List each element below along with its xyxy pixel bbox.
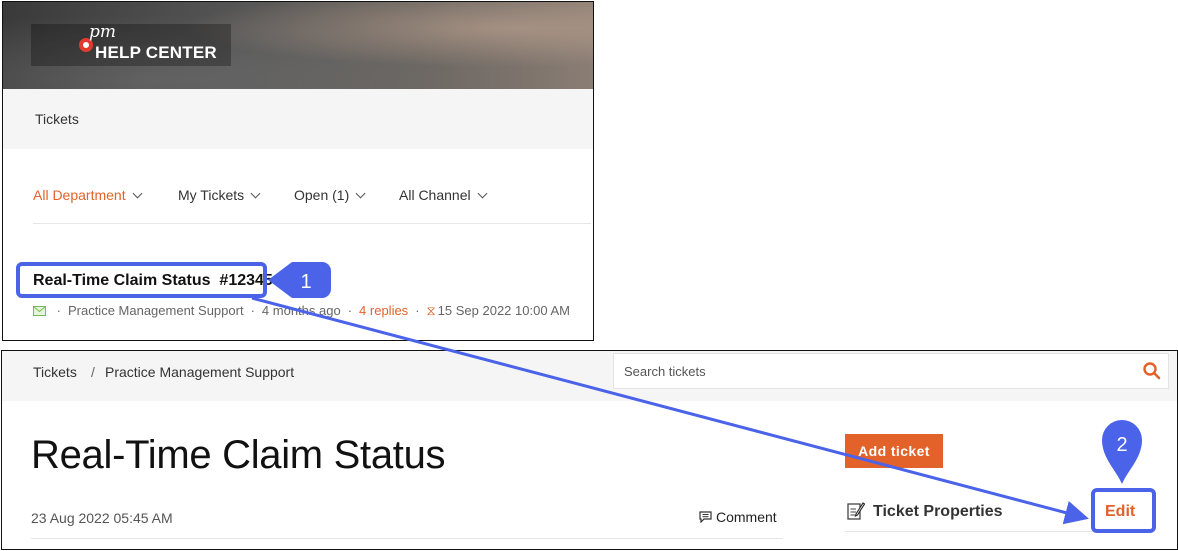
email-channel-icon bbox=[33, 306, 46, 316]
channel-filter-label: All Channel bbox=[399, 187, 471, 203]
search-box bbox=[613, 353, 1169, 389]
chevron-down-icon bbox=[355, 188, 366, 199]
meta-separator: · bbox=[415, 303, 420, 318]
ticket-due-date: 15 Sep 2022 10:00 AM bbox=[437, 303, 570, 318]
meta-separator: · bbox=[347, 303, 353, 318]
highlight-edit-link bbox=[1091, 488, 1156, 533]
chevron-down-icon bbox=[477, 188, 488, 199]
chevron-down-icon bbox=[250, 188, 261, 199]
nav-tickets-link[interactable]: Tickets bbox=[35, 111, 79, 127]
ticket-age: 4 months ago bbox=[261, 303, 341, 318]
divider bbox=[33, 223, 591, 224]
highlight-ticket-title bbox=[16, 262, 267, 298]
meta-separator: · bbox=[250, 303, 255, 318]
comment-label: Comment bbox=[716, 509, 777, 525]
edit-document-icon bbox=[847, 502, 865, 520]
meta-separator: · bbox=[56, 303, 61, 318]
add-ticket-button[interactable]: Add ticket bbox=[845, 434, 943, 468]
department-filter-label: All Department bbox=[33, 187, 126, 203]
status-filter-label: Open (1) bbox=[294, 187, 350, 203]
logo-text: HELP CENTER bbox=[95, 43, 217, 62]
comment-button[interactable]: Comment bbox=[699, 509, 777, 525]
ticket-replies-link[interactable]: 4 replies bbox=[359, 303, 408, 318]
breadcrumb-tickets-link[interactable]: Tickets bbox=[33, 364, 77, 380]
ticket-meta: · Practice Management Support · 4 months ag… bbox=[33, 303, 570, 319]
help-center-logo[interactable]: pm HELP CENTER bbox=[31, 22, 231, 66]
breadcrumb-bar: Tickets / Practice Management Support bbox=[2, 351, 1177, 401]
my-tickets-filter-label: My Tickets bbox=[178, 187, 245, 203]
ticket-created-date: 23 Aug 2022 05:45 AM bbox=[31, 510, 173, 526]
comment-icon bbox=[699, 511, 712, 523]
breadcrumb-separator: / bbox=[91, 364, 95, 380]
status-filter[interactable]: Open (1) bbox=[294, 187, 366, 203]
search-icon[interactable] bbox=[1142, 361, 1162, 381]
hourglass-icon: ⧖ bbox=[426, 303, 436, 318]
breadcrumb-department-link[interactable]: Practice Management Support bbox=[105, 364, 294, 380]
ticket-department: Practice Management Support bbox=[67, 303, 244, 318]
ticket-detail-panel: Tickets / Practice Management Support Re… bbox=[1, 350, 1178, 550]
logo-script: pm bbox=[89, 22, 117, 42]
chevron-down-icon bbox=[132, 188, 143, 199]
page-title: Real-Time Claim Status bbox=[31, 433, 446, 477]
divider bbox=[845, 531, 1095, 532]
my-tickets-filter[interactable]: My Tickets bbox=[178, 187, 261, 203]
divider bbox=[31, 538, 783, 539]
ticket-properties-heading: Ticket Properties bbox=[873, 503, 1003, 520]
department-filter[interactable]: All Department bbox=[33, 187, 143, 203]
top-nav: Tickets bbox=[3, 89, 593, 149]
search-input[interactable] bbox=[624, 354, 1124, 388]
channel-filter[interactable]: All Channel bbox=[399, 187, 488, 203]
